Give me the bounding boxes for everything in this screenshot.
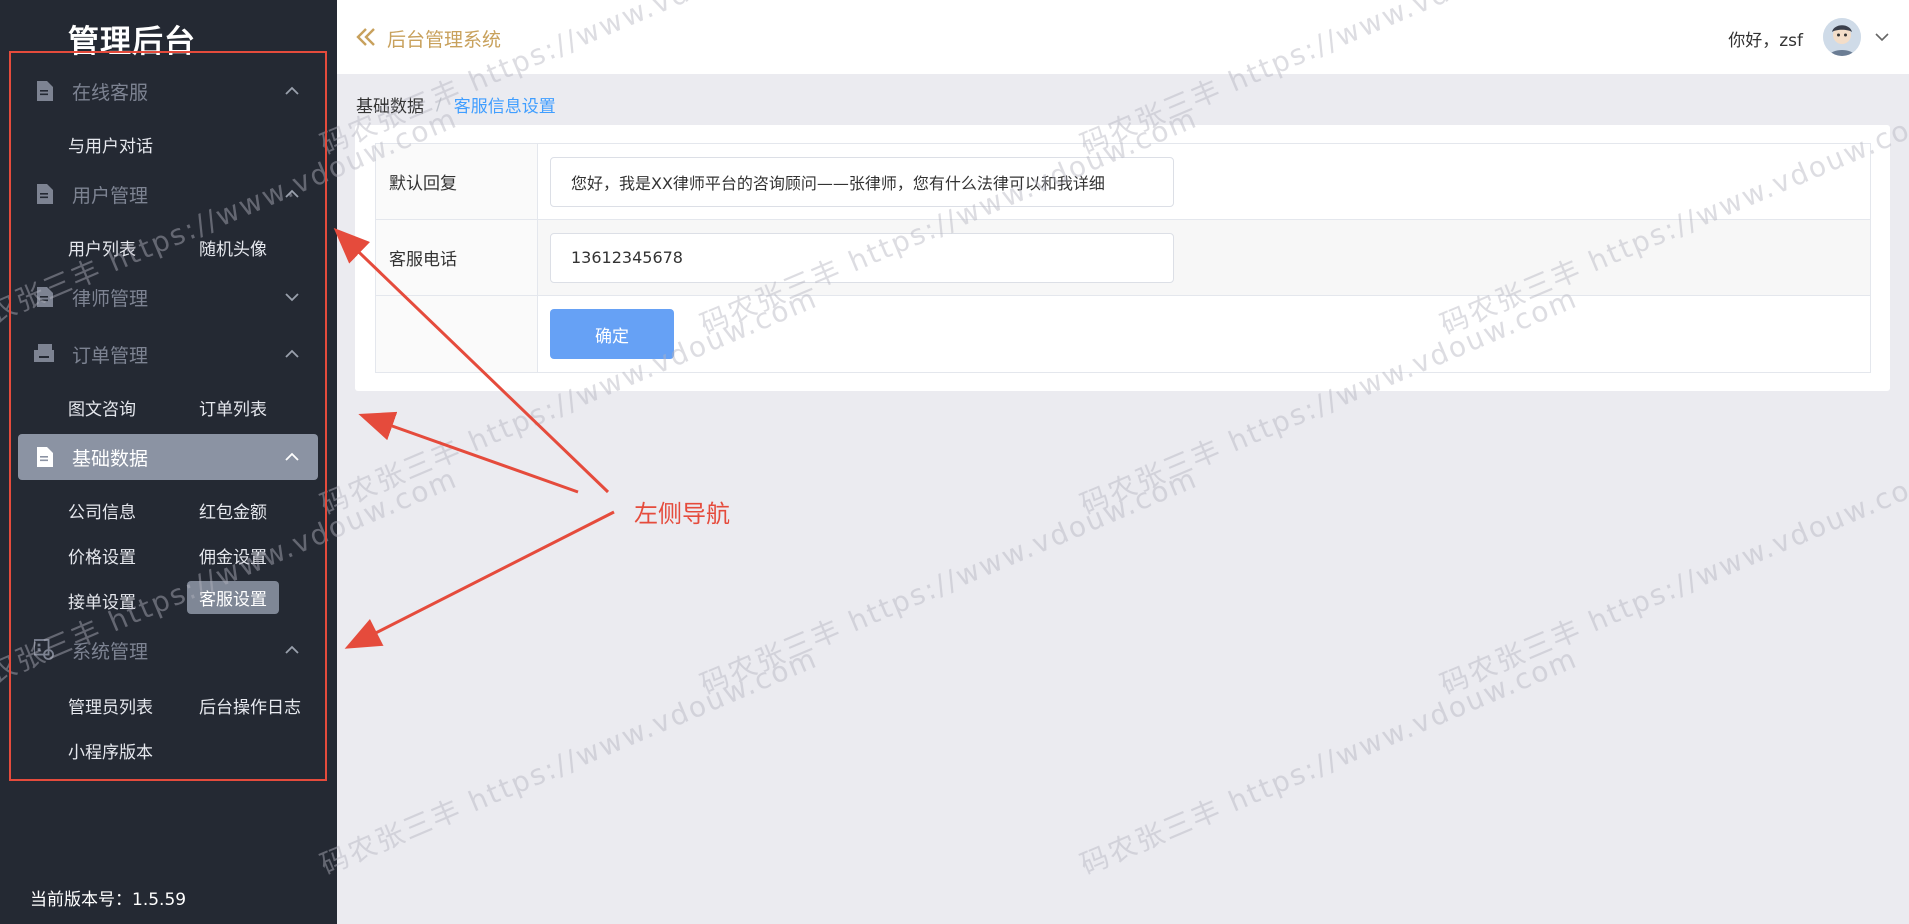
chevron-up-icon	[285, 189, 299, 198]
menu-group-label: 系统管理	[72, 640, 149, 663]
chevron-down-icon[interactable]	[1873, 28, 1891, 46]
default-reply-label: 默认回复	[376, 144, 538, 219]
sidebar-item-order-list[interactable]: 订单列表	[187, 391, 279, 424]
settings-form: 默认回复 您好，我是XX律师平台的咨询顾问——张律师，您有什么法律可以和我详细 …	[375, 143, 1871, 373]
sidebar-item-admin-list[interactable]: 管理员列表	[56, 689, 165, 722]
breadcrumb-current: 客服信息设置	[453, 97, 556, 117]
sidebar-item-service-settings[interactable]: 客服设置	[187, 581, 279, 614]
sidebar-item-commission[interactable]: 佣金设置	[187, 539, 279, 572]
chevron-up-icon	[285, 452, 299, 461]
menu-group-lawyer-management[interactable]: 律师管理	[18, 274, 318, 320]
watermark: 码农张三丰 https://www.vdouw.com	[695, 461, 1203, 702]
form-row-actions: 确定	[376, 296, 1870, 372]
sidebar-item-consult[interactable]: 图文咨询	[56, 391, 148, 424]
sidebar-item-op-log[interactable]: 后台操作日志	[187, 689, 313, 722]
sidebar-item-mini-version[interactable]: 小程序版本	[56, 734, 165, 767]
sidebar-item-chat[interactable]: 与用户对话	[56, 128, 165, 161]
phone-input[interactable]: 13612345678	[550, 232, 1174, 283]
system-settings-icon	[34, 639, 54, 660]
form-row-default-reply: 默认回复 您好，我是XX律师平台的咨询顾问——张律师，您有什么法律可以和我详细	[376, 144, 1870, 220]
sidebar-item-red-packet[interactable]: 红包金额	[187, 494, 279, 527]
sidebar-item-random-avatar[interactable]: 随机头像	[187, 231, 279, 264]
annotation-label: 左侧导航	[634, 500, 730, 528]
form-row-phone: 客服电话 13612345678	[376, 220, 1870, 296]
printer-icon	[34, 344, 54, 364]
phone-label: 客服电话	[376, 220, 538, 295]
chevron-up-icon	[285, 349, 299, 358]
menu-group-order-management[interactable]: 订单管理	[18, 331, 318, 377]
menu-group-label: 订单管理	[72, 344, 149, 367]
chevron-up-icon	[285, 86, 299, 95]
menu-group-label: 基础数据	[72, 447, 149, 470]
sidebar-item-order-settings[interactable]: 接单设置	[56, 584, 148, 617]
menu-group-online-service[interactable]: 在线客服	[18, 68, 318, 114]
menu-group-label: 在线客服	[72, 81, 149, 104]
watermark: 码农张三丰 https://www.vdouw.com	[315, 641, 823, 882]
sidebar-item-user-list[interactable]: 用户列表	[56, 231, 148, 264]
avatar[interactable]	[1823, 18, 1861, 56]
document-icon	[34, 81, 54, 101]
system-title: 后台管理系统	[387, 29, 502, 51]
breadcrumb-separator: /	[436, 94, 442, 115]
chevron-down-icon	[285, 293, 299, 302]
form-value-cell: 确定	[538, 296, 1870, 372]
document-icon	[34, 184, 54, 204]
watermark: 码农张三丰 https://www.vdouw.com	[1075, 641, 1583, 882]
menu-group-system-management[interactable]: 系统管理	[18, 627, 318, 673]
sidebar: 管理后台 在线客服 与用户对话 用户管理 用户列表 随机头像 律师管理 订单管理…	[0, 0, 337, 924]
chevron-up-icon	[285, 645, 299, 654]
double-chevron-left-icon[interactable]	[355, 26, 377, 48]
top-header: 后台管理系统 你好，zsf	[337, 0, 1909, 74]
menu-group-label: 律师管理	[72, 287, 149, 310]
menu-group-label: 用户管理	[72, 184, 149, 207]
default-reply-input[interactable]: 您好，我是XX律师平台的咨询顾问——张律师，您有什么法律可以和我详细	[550, 156, 1174, 207]
confirm-button[interactable]: 确定	[550, 309, 674, 359]
breadcrumb: 基础数据 / 客服信息设置	[356, 92, 556, 118]
content-card: 默认回复 您好，我是XX律师平台的咨询顾问——张律师，您有什么法律可以和我详细 …	[355, 125, 1890, 391]
sidebar-item-company-info[interactable]: 公司信息	[56, 494, 148, 527]
annotation-arrow	[344, 510, 615, 649]
form-value-cell: 13612345678	[538, 220, 1870, 295]
menu-group-basic-data[interactable]: 基础数据	[18, 434, 318, 480]
user-greeting[interactable]: 你好，zsf	[1728, 26, 1803, 51]
annotation-arrow	[358, 411, 579, 494]
watermark: 码农张三丰 https://www.vdouw.com	[1435, 461, 1909, 702]
sidebar-logo: 管理后台	[68, 24, 196, 60]
form-value-cell: 您好，我是XX律师平台的咨询顾问——张律师，您有什么法律可以和我详细	[538, 144, 1870, 219]
document-icon	[34, 447, 54, 467]
version-label: 当前版本号：1.5.59	[30, 890, 187, 910]
sidebar-item-price-settings[interactable]: 价格设置	[56, 539, 148, 572]
empty-label-cell	[376, 296, 538, 372]
menu-group-user-management[interactable]: 用户管理	[18, 171, 318, 217]
document-icon	[34, 287, 54, 307]
breadcrumb-parent[interactable]: 基础数据	[356, 92, 424, 117]
